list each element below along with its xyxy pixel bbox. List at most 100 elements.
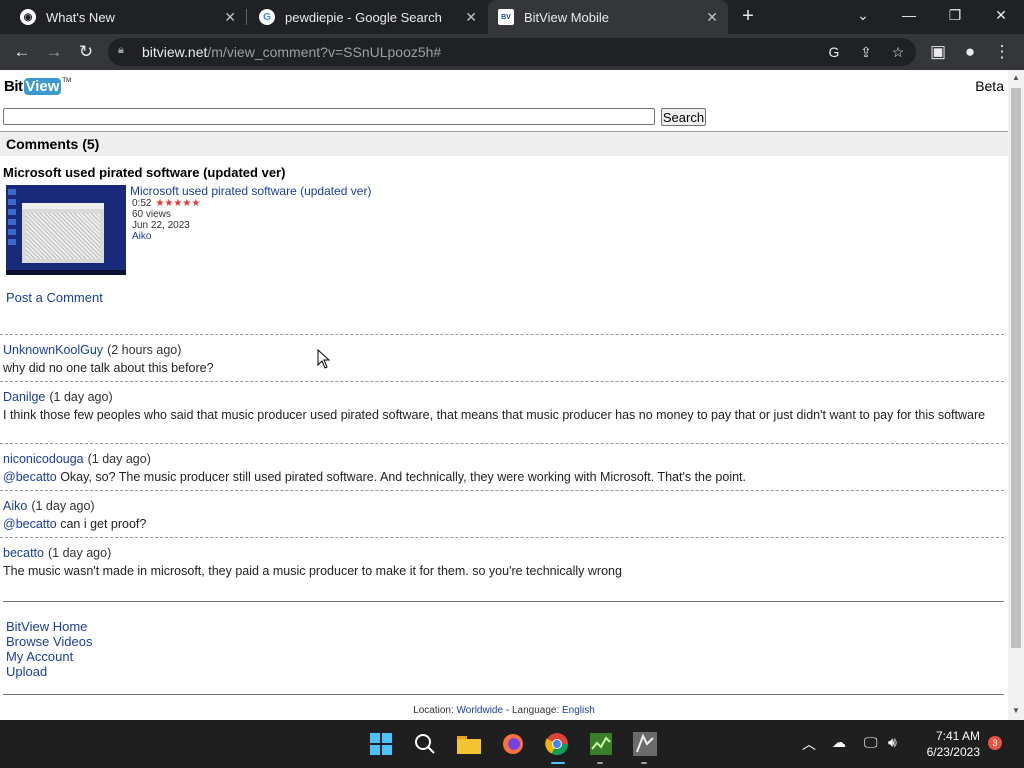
footer-nav: BitView Home Browse Videos My Account Up… — [6, 619, 92, 679]
system-clock[interactable]: 7:41 AM 6/23/2023 — [918, 728, 980, 760]
comment-author[interactable]: Aiko — [3, 499, 27, 513]
share-icon[interactable]: ⇪ — [856, 42, 876, 62]
video-author[interactable]: Aiko — [132, 231, 371, 242]
page-scrollbar[interactable]: ▲ ▼ — [1008, 70, 1024, 720]
comment-item: becatto (1 day ago) The music wasn't made… — [3, 546, 993, 579]
comment-divider — [0, 490, 1004, 491]
clock-date: 6/23/2023 — [926, 745, 980, 759]
minimize-icon[interactable]: — — [886, 0, 932, 30]
comment-item: Aiko (1 day ago) @becatto can i get proof… — [3, 499, 993, 532]
video-duration: 0:52 — [132, 198, 152, 209]
scroll-up-arrow-icon[interactable]: ▲ — [1011, 73, 1021, 83]
comment-body: The music wasn't made in microsoft, they… — [3, 564, 622, 578]
video-link[interactable]: Microsoft used pirated software (updated… — [130, 184, 371, 198]
comment-item: niconicodouga (1 day ago) @becatto Okay, … — [3, 452, 993, 485]
app-icon[interactable] — [631, 730, 659, 758]
bitview-icon: BV — [498, 9, 514, 25]
running-app-indicator — [641, 762, 647, 764]
divider — [3, 601, 1004, 602]
chrome-icon[interactable] — [543, 730, 571, 758]
side-panel-icon[interactable]: ▣ — [926, 40, 950, 64]
show-hidden-icons-chevron-icon[interactable]: ︿ — [802, 734, 816, 754]
tab-whats-new[interactable]: ◉ What's New ✕ — [0, 0, 246, 34]
tab-google-search[interactable]: G pewdiepie - Google Search ✕ — [247, 0, 487, 34]
url-text: bitview.net/m/view_comment?v=SSnULpooz5h… — [142, 44, 441, 60]
firefox-icon[interactable] — [499, 730, 527, 758]
windows-start-icon[interactable] — [367, 730, 395, 758]
tab-strip: ◉ What's New ✕ G pewdiepie - Google Sear… — [0, 0, 1024, 34]
new-tab-button[interactable]: + — [738, 5, 758, 27]
logo-view: View — [23, 78, 62, 95]
tab-search-chevron-icon[interactable]: ⌄ — [840, 0, 886, 30]
profile-icon[interactable]: ● — [958, 40, 982, 64]
video-thumbnail[interactable] — [6, 185, 126, 275]
close-tab-icon[interactable]: ✕ — [224, 9, 236, 26]
footer-link-browse[interactable]: Browse Videos — [6, 634, 92, 649]
footer-link-account[interactable]: My Account — [6, 649, 92, 664]
thumbnail-window — [22, 203, 104, 263]
logo-bit: Bit — [4, 78, 23, 95]
network-icon[interactable]: 🖵︎ — [864, 734, 878, 751]
google-lens-icon[interactable]: G — [824, 42, 844, 62]
comment-mention[interactable]: @becatto — [3, 470, 57, 484]
video-views: 60 views — [132, 209, 171, 220]
video-info: Microsoft used pirated software (updated… — [130, 184, 371, 242]
location-link[interactable]: Worldwide — [457, 705, 504, 716]
comment-author[interactable]: Danilge — [3, 390, 45, 404]
comment-time: (1 day ago) — [87, 452, 151, 466]
close-tab-icon[interactable]: ✕ — [465, 9, 477, 26]
comment-author[interactable]: UnknownKoolGuy — [3, 343, 103, 357]
language-label: Language: — [511, 705, 560, 716]
comment-author[interactable]: becatto — [3, 546, 44, 560]
back-arrow-icon[interactable]: ← — [10, 40, 34, 64]
mouse-cursor-icon — [317, 349, 331, 369]
active-app-indicator — [551, 762, 565, 764]
footer-link-upload[interactable]: Upload — [6, 664, 92, 679]
windows-taskbar: ︿ ☁ 🖵︎ 🔊︎ 7:41 AM 6/23/2023 3 — [0, 720, 1024, 768]
comment-time: (2 hours ago) — [107, 343, 182, 357]
comment-text: I think those few peoples who said that … — [3, 408, 993, 423]
tab-title: BitView Mobile — [524, 9, 610, 25]
comment-body: I think those few peoples who said that … — [3, 408, 986, 422]
notification-badge[interactable]: 3 — [988, 736, 1002, 750]
comment-divider — [0, 334, 1004, 335]
comment-time: (1 day ago) — [31, 499, 95, 513]
forward-arrow-icon[interactable]: → — [42, 40, 66, 64]
rating-stars: ★★★★★ — [155, 198, 201, 209]
cloud-icon[interactable]: ☁ — [832, 734, 846, 751]
footer-separator: - — [505, 705, 510, 716]
browser-toolbar: ← → ↻ 🔒︎ bitview.net/m/view_comment?v=SS… — [0, 34, 1024, 70]
comment-divider — [0, 443, 1004, 444]
tab-bitview-mobile[interactable]: BV BitView Mobile ✕ — [488, 0, 728, 34]
volume-icon[interactable]: 🔊︎ — [888, 734, 897, 751]
scrollbar-thumb[interactable] — [1011, 88, 1021, 648]
bookmark-star-icon[interactable]: ☆ — [888, 42, 908, 62]
thumbnail-taskbar — [6, 270, 126, 275]
comment-mention[interactable]: @becatto — [3, 517, 57, 531]
reload-icon[interactable]: ↻ — [74, 40, 98, 64]
restore-icon[interactable]: ❐ — [932, 0, 978, 30]
comment-text: @becatto can i get proof? — [3, 517, 993, 532]
scroll-down-arrow-icon[interactable]: ▼ — [1011, 706, 1021, 716]
menu-kebab-icon[interactable]: ⋮ — [990, 40, 1014, 64]
comment-body: why did no one talk about this before? — [3, 361, 214, 375]
post-comment-link[interactable]: Post a Comment — [6, 290, 103, 305]
video-date: Jun 22, 2023 — [132, 220, 190, 231]
file-explorer-icon[interactable] — [455, 730, 483, 758]
close-tab-icon[interactable]: ✕ — [706, 9, 718, 26]
comment-time: (1 day ago) — [49, 390, 113, 404]
clock-time: 7:41 AM — [935, 729, 980, 743]
search-icon[interactable] — [411, 730, 439, 758]
search-input[interactable] — [3, 108, 655, 125]
thumbnail-desktop-icons — [8, 189, 16, 249]
comment-author[interactable]: niconicodouga — [3, 452, 84, 466]
language-link[interactable]: English — [562, 705, 595, 716]
task-manager-icon[interactable] — [587, 730, 615, 758]
address-bar[interactable]: 🔒︎ bitview.net/m/view_comment?v=SSnULpoo… — [108, 38, 916, 66]
search-button[interactable]: Search — [661, 108, 706, 126]
web-page: Bit View TM Beta Search Comments (5) Mic… — [0, 70, 1008, 720]
comment-text: The music wasn't made in microsoft, they… — [3, 564, 993, 579]
bitview-logo[interactable]: Bit View TM — [4, 78, 71, 95]
close-window-icon[interactable]: ✕ — [978, 0, 1024, 30]
footer-link-home[interactable]: BitView Home — [6, 619, 92, 634]
